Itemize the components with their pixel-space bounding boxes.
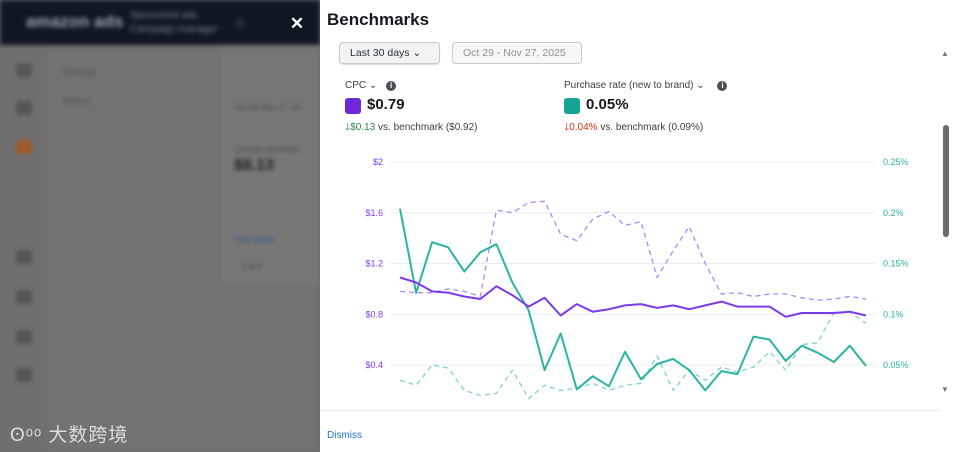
- benchmark-chart: $2 $1.6 $1.2 $0.8 $0.4 0.25% 0.2% 0.15% 0.1% 0.05…: [365, 157, 909, 400]
- date-range-field: Oct 29 - Nov 27, 2025: [452, 42, 582, 64]
- right-axis-tick: 0.15%: [883, 259, 909, 269]
- card-date: Oct 29–Nov 27, 20: [234, 103, 301, 112]
- left-axis-tick: $0.4: [365, 360, 383, 370]
- dismiss-link[interactable]: Dismiss: [327, 430, 362, 441]
- dropdown-label: Last 30 days: [350, 47, 410, 59]
- date-range-dropdown[interactable]: Last 30 days ⌄: [339, 42, 440, 64]
- top-bar: amazon ads Sponsored ads Campaign manager…: [0, 0, 320, 45]
- chevron-down-icon: ⌄: [368, 80, 378, 91]
- scrollbar-thumb[interactable]: [943, 125, 949, 237]
- right-axis-tick: 0.25%: [883, 157, 909, 167]
- info-icon[interactable]: i: [717, 81, 728, 91]
- scrollbar[interactable]: ▲ ▼: [939, 45, 955, 400]
- card-link: View details: [234, 235, 277, 244]
- left-axis-tick: $1.2: [365, 259, 383, 269]
- background-card: Oct 29–Nov 27, 20 Cost per purchase $8.1…: [222, 45, 320, 285]
- cpc-color-swatch: [345, 98, 361, 114]
- amazon-ads-logo: amazon ads: [26, 12, 124, 31]
- cpc-comparison: 🡓$0.13 vs. benchmark ($0.92): [345, 120, 478, 137]
- purchase-rate-comparison: 🡓0.04% vs. benchmark (0.09%): [564, 120, 703, 137]
- info-icon[interactable]: i: [386, 81, 397, 91]
- cpc-benchmark: vs. benchmark ($0.92): [378, 122, 478, 133]
- purchase-rate-delta: 0.04%: [569, 122, 598, 133]
- purchase-rate-benchmark: vs. benchmark (0.09%): [600, 122, 704, 133]
- left-axis-tick: $0.8: [365, 309, 383, 319]
- purchase-rate-color-swatch: [564, 98, 580, 114]
- subtitle-line: Campaign manager: [130, 24, 218, 35]
- nav-settings: Settings: [63, 67, 96, 77]
- card-metric-label: Cost per purchase: [234, 145, 300, 154]
- nav-history: History: [63, 96, 92, 106]
- right-axis-tick: 0.1%: [883, 309, 904, 319]
- left-axis-tick: $1.6: [365, 208, 383, 218]
- left-rail: [0, 45, 48, 452]
- benchmarks-panel: Benchmarks Last 30 days ⌄ Oct 29 - Nov 2…: [320, 0, 960, 452]
- close-icon[interactable]: ✕: [288, 14, 306, 34]
- app-subtitle: Sponsored ads Campaign manager: [130, 9, 218, 37]
- watermark-logo: ʘᵒᵒ 大数跨境: [10, 425, 129, 446]
- purchase-rate-line: [399, 208, 867, 392]
- chevron-down-icon: ⌄: [412, 47, 422, 59]
- left-axis-tick: $2: [373, 157, 383, 167]
- subtitle-line: Sponsored ads: [130, 10, 198, 21]
- card-pager: 5 of 9: [242, 262, 263, 271]
- cpc-line: [399, 276, 867, 318]
- panel-title: Benchmarks: [327, 10, 430, 29]
- metric-selector-purchase-rate[interactable]: Purchase rate (new to brand) ⌄ i: [564, 80, 728, 91]
- scroll-down-icon[interactable]: ▼: [941, 385, 949, 394]
- metric-label: Purchase rate (new to brand): [564, 80, 694, 91]
- metric-selector-cpc[interactable]: CPC ⌄ i: [345, 80, 397, 91]
- cpc-delta: $0.13: [350, 122, 376, 133]
- card-metric-value: $8.13: [234, 157, 275, 174]
- cpc-value: $0.79: [367, 96, 405, 113]
- chevron-down-icon: ⌄: [696, 80, 705, 91]
- right-axis-tick: 0.05%: [883, 360, 909, 370]
- footer-divider: [320, 410, 940, 411]
- purchase-rate-value: 0.05%: [586, 96, 629, 113]
- purchase-rate-benchmark-line: [399, 311, 867, 400]
- cpc-benchmark-line: [399, 200, 867, 301]
- background-page: amazon ads Sponsored ads Campaign manager…: [0, 0, 320, 452]
- home-icon: ⌂: [236, 14, 244, 29]
- right-axis-tick: 0.2%: [883, 208, 904, 218]
- scroll-up-icon[interactable]: ▲: [941, 49, 949, 58]
- metric-label: CPC: [345, 80, 367, 91]
